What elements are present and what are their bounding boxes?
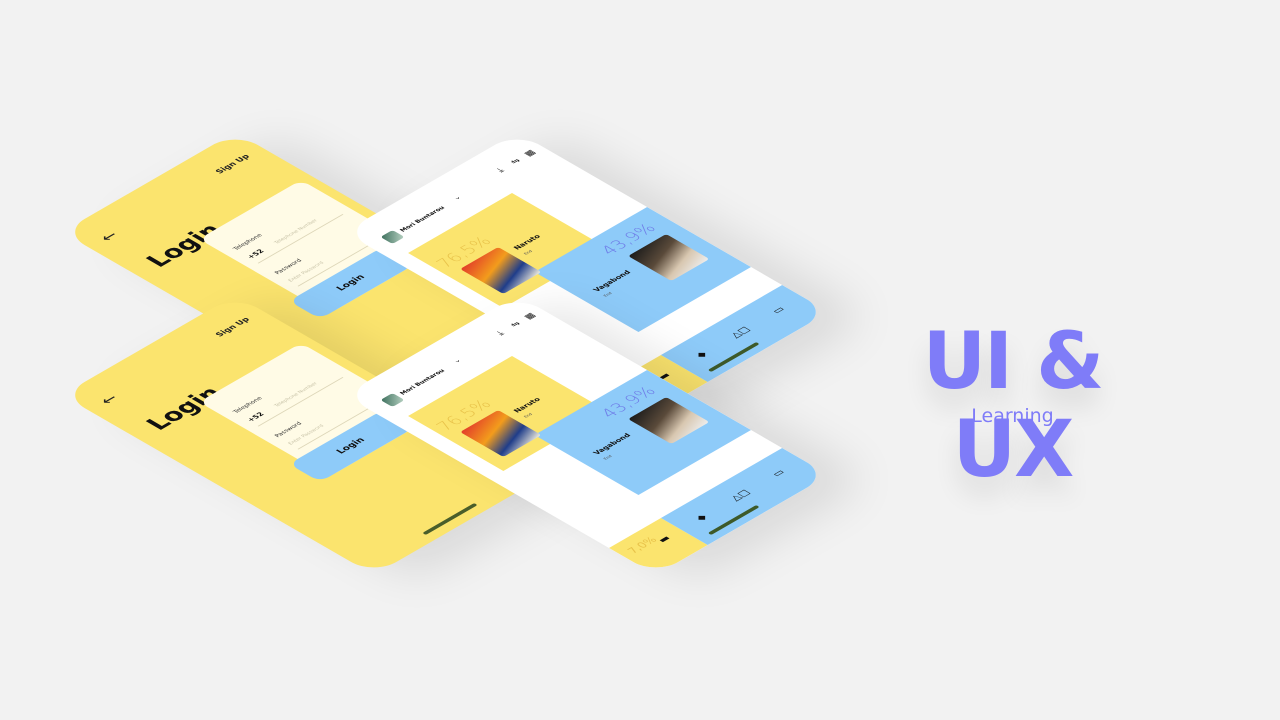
home-indicator bbox=[422, 503, 478, 535]
share-icon[interactable]: ⇋ bbox=[509, 320, 524, 329]
scene: ← Sign Up Login Telephone +52 Telephone … bbox=[0, 0, 1280, 720]
telephone-underline bbox=[257, 377, 344, 427]
download-icon[interactable]: ⤓ bbox=[495, 167, 507, 174]
signup-link[interactable]: Sign Up bbox=[214, 153, 252, 175]
chevron-down-icon[interactable]: ⌄ bbox=[450, 194, 464, 202]
signup-link[interactable]: Sign Up bbox=[214, 316, 252, 338]
arrow-left-icon[interactable]: ← bbox=[95, 228, 123, 244]
telephone-underline bbox=[257, 214, 344, 264]
avatar[interactable] bbox=[380, 230, 405, 244]
user-name: Mori Buntarou bbox=[398, 368, 447, 396]
download-icon[interactable]: ⤓ bbox=[495, 330, 507, 337]
country-code-select[interactable]: +52 bbox=[246, 411, 266, 423]
grid-icon[interactable]: ▦ bbox=[522, 149, 538, 158]
chevron-down-icon[interactable]: ⌄ bbox=[450, 357, 464, 365]
user-name: Mori Buntarou bbox=[398, 205, 447, 233]
grid-icon[interactable]: ▦ bbox=[522, 312, 538, 321]
country-code-select[interactable]: +52 bbox=[246, 248, 266, 260]
headline-subtitle: Learning bbox=[971, 405, 1054, 427]
arrow-left-icon[interactable]: ← bbox=[95, 391, 123, 407]
share-icon[interactable]: ⇋ bbox=[509, 157, 524, 166]
avatar[interactable] bbox=[380, 393, 405, 407]
